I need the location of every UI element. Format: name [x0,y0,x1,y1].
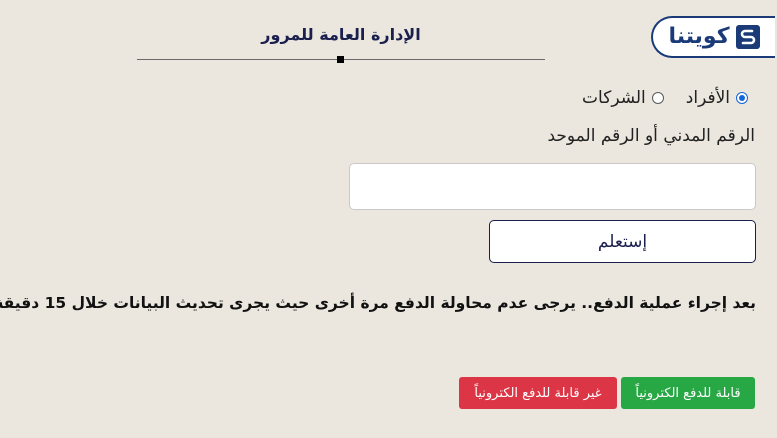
customer-type-radio-group: الأفراد الشركات [583,88,749,108]
logo-text: كويتنا [669,24,731,49]
civil-id-input[interactable] [350,163,757,210]
site-logo[interactable]: كويتنا [652,16,776,58]
page-title: الإدارة العامة للمرور [262,25,422,44]
not-payable-online-button[interactable]: غير قابلة للدفع الكترونياً [460,377,618,409]
payment-status-legend: غير قابلة للدفع الكترونياً قابلة للدفع ا… [460,377,756,409]
radio-individuals-indicator[interactable] [737,92,749,104]
radio-companies-indicator[interactable] [652,92,665,104]
radio-individuals[interactable]: الأفراد [687,88,749,108]
radio-individuals-label: الأفراد [686,88,731,108]
payment-notice: بعد إجراء عملية الدفع.. يرجى عدم محاولة … [0,294,757,312]
s-logo-icon [736,25,761,49]
radio-companies[interactable]: الشركات [583,88,665,108]
payable-online-button[interactable]: قابلة للدفع الكترونياً [622,377,756,409]
radio-companies-label: الشركات [583,88,647,108]
header-divider-marker [338,56,345,63]
inquire-button[interactable]: إستعلم [490,220,757,263]
civil-id-label: الرقم المدني أو الرقم الموحد [548,126,757,146]
